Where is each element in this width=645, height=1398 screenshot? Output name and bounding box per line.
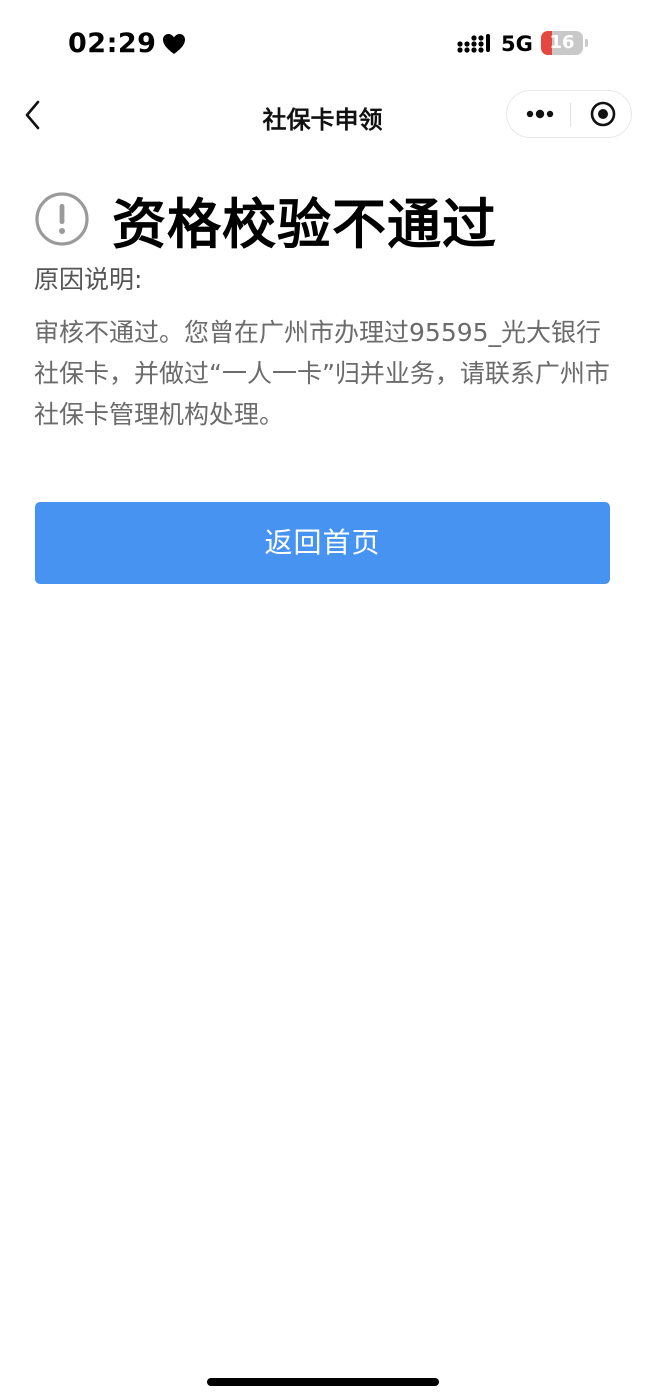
time-text: 02:29: [68, 28, 157, 59]
result-header: 资格校验不通过: [34, 186, 497, 256]
capsule-divider: [570, 103, 571, 127]
reason-label: 原因说明:: [34, 265, 143, 294]
exclamation-circle-icon: [35, 192, 89, 246]
nav-bar: 社保卡申领: [0, 88, 645, 142]
heart-icon: [163, 33, 186, 54]
reason-text: 审核不通过。您曾在广州市办理过95595_光大银行社保卡，并做过“一人一卡”归并…: [34, 318, 610, 429]
more-dots-icon: [526, 109, 554, 119]
target-circle-icon: [590, 101, 616, 127]
battery-tip: [585, 39, 588, 47]
return-home-button[interactable]: 返回首页: [35, 502, 610, 584]
battery-icon: 16: [541, 31, 583, 55]
network-label: 5G: [501, 32, 533, 56]
close-mini-program-button[interactable]: [583, 97, 623, 131]
signal-icon: [457, 34, 490, 53]
result-title: 资格校验不通过: [112, 192, 497, 256]
battery-level: 16: [549, 32, 575, 53]
mini-program-capsule: [506, 90, 632, 138]
status-bar: 02:29 5G 16: [0, 0, 645, 88]
home-indicator: [207, 1378, 439, 1386]
more-button[interactable]: [517, 97, 563, 131]
status-time: 02:29: [68, 28, 186, 59]
